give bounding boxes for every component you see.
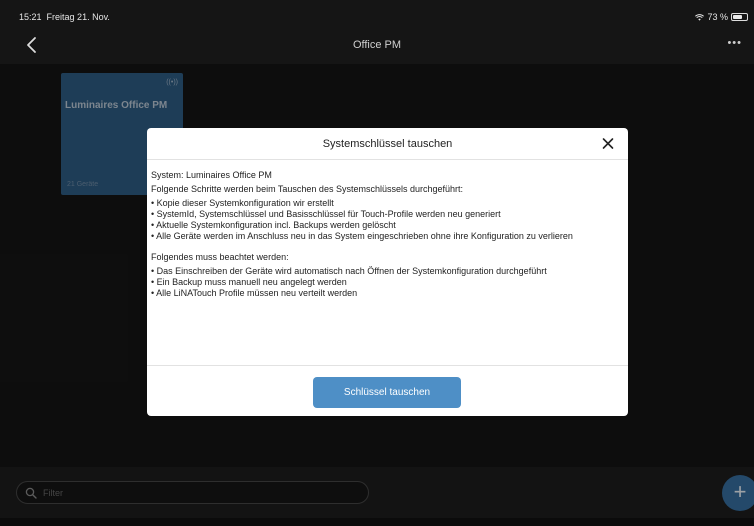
- more-button[interactable]: •••: [727, 37, 742, 49]
- notes-list: Das Einschreiben der Geräte wird automat…: [151, 266, 626, 299]
- list-item: Alle LiNATouch Profile müssen neu vertei…: [151, 288, 626, 299]
- list-item: Ein Backup muss manuell neu angelegt wer…: [151, 277, 626, 288]
- swap-key-dialog: Systemschlüssel tauschen System: Luminai…: [147, 128, 628, 416]
- wifi-icon: [695, 13, 705, 21]
- battery-icon: [731, 13, 748, 21]
- swap-key-button[interactable]: Schlüssel tauschen: [313, 377, 461, 408]
- status-time-date: 15:21 Freitag 21. Nov.: [19, 12, 110, 22]
- status-bar: 15:21 Freitag 21. Nov. 73 %: [0, 0, 754, 28]
- steps-intro: Folgende Schritte werden beim Tauschen d…: [151, 184, 463, 194]
- page-title: Office PM: [352, 39, 402, 51]
- list-item: Das Einschreiben der Geräte wird automat…: [151, 266, 626, 277]
- dialog-body: System: Luminaires Office PM Folgende Sc…: [151, 170, 626, 299]
- system-line: System: Luminaires Office PM: [151, 170, 272, 180]
- notes-heading: Folgendes muss beachtet werden:: [151, 252, 289, 262]
- list-item: Alle Geräte werden im Anschluss neu in d…: [151, 231, 626, 242]
- battery-percent: 73 %: [707, 12, 728, 22]
- list-item: SystemId, Systemschlüssel und Basisschlü…: [151, 209, 626, 220]
- list-item: Aktuelle Systemkonfiguration incl. Backu…: [151, 220, 626, 231]
- nav-bar: Office PM •••: [0, 28, 754, 64]
- status-right: 73 %: [695, 12, 748, 22]
- dialog-header-divider: [147, 159, 628, 160]
- dialog-footer-divider: [147, 365, 628, 366]
- dialog-title: Systemschlüssel tauschen: [322, 138, 453, 150]
- steps-list: Kopie dieser Systemkonfiguration wir ers…: [151, 198, 626, 242]
- battery-level: [733, 15, 742, 19]
- close-icon[interactable]: [600, 134, 616, 152]
- list-item: Kopie dieser Systemkonfiguration wir ers…: [151, 198, 626, 209]
